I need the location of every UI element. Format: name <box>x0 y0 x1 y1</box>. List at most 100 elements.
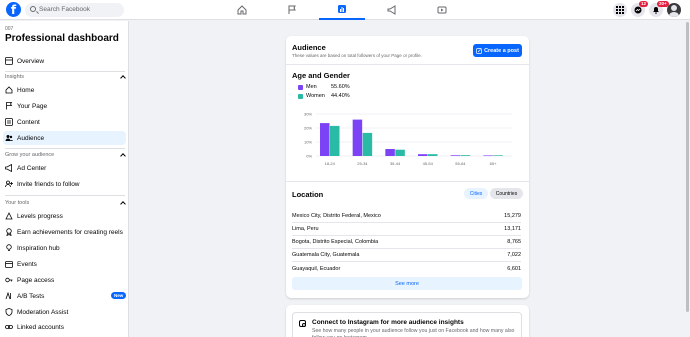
sidebar-item-label: Invite friends to follow <box>17 180 80 188</box>
link-icon <box>5 323 13 331</box>
bar-women-35-44[interactable] <box>395 149 405 156</box>
bar-men-18-24[interactable] <box>320 123 330 156</box>
profile-avatar[interactable] <box>667 3 681 17</box>
bar-men-65+[interactable] <box>483 155 493 157</box>
y-tick-label: 0% <box>306 154 312 159</box>
sidebar-item-moderation-assist[interactable]: Moderation Assist <box>3 305 126 319</box>
sidebar-item-label: Events <box>17 260 37 268</box>
top-bar: f Search Facebook 12 20+ <box>0 0 690 20</box>
sidebar-item-earn-achievements[interactable]: Earn achievements for creating reels <box>3 225 126 239</box>
nav-home-icon[interactable] <box>219 0 265 20</box>
sidebar-item-label: Overview <box>17 57 45 65</box>
legend-swatch <box>298 84 303 90</box>
notifications-bell-icon[interactable]: 20+ <box>649 1 669 17</box>
sidebar-item-ad-center[interactable]: Ad Center <box>3 161 126 175</box>
insights-heading[interactable]: Insights <box>5 74 126 81</box>
create-post-button[interactable]: Create a post <box>473 44 522 57</box>
x-tick-label: 55-64 <box>455 161 466 166</box>
key-icon <box>5 276 13 284</box>
bar-men-35-44[interactable] <box>385 149 395 156</box>
invite-icon <box>5 180 13 188</box>
legend-men: Men 55.60% <box>298 84 350 90</box>
sidebar-item-label: Inspiration hub <box>17 244 60 252</box>
content-icon <box>5 118 13 126</box>
sidebar-item-label: Linked accounts <box>17 323 64 331</box>
sidebar-item-label: Page access <box>17 276 55 284</box>
tab-countries[interactable]: Countries <box>490 188 523 199</box>
bar-women-45-54[interactable] <box>428 154 438 156</box>
table-row: Lima, Peru 13,171 <box>292 223 521 236</box>
y-tick-label: 20% <box>304 126 312 131</box>
divider <box>5 148 125 149</box>
tools-heading[interactable]: Your tools <box>5 200 126 207</box>
legend-swatch <box>298 93 303 99</box>
chevron-up-icon <box>120 75 126 81</box>
y-tick-label: 30% <box>304 112 312 117</box>
legend-women: Women 44.40% <box>298 93 350 99</box>
bar-women-18-24[interactable] <box>330 125 340 156</box>
sidebar-item-levels-progress[interactable]: Levels progress <box>3 209 126 223</box>
menu-grid-icon[interactable] <box>613 3 627 17</box>
megaphone-icon <box>5 164 13 172</box>
edit-icon <box>476 47 482 54</box>
bar-women-25-34[interactable] <box>362 132 373 156</box>
audience-subtitle: These values are based on total follower… <box>292 53 422 58</box>
sidebar-item-your-page[interactable]: Your Page <box>3 99 126 113</box>
sidebar-item-audience[interactable]: Audience <box>3 131 126 145</box>
lightbulb-icon <box>5 244 13 252</box>
nav-megaphone-icon[interactable] <box>369 0 415 20</box>
instagram-card: Connect to Instagram for more audience i… <box>286 305 529 337</box>
messenger-badge: 12 <box>639 1 649 7</box>
sidebar-item-ab-tests[interactable]: A/B Tests New <box>3 289 127 303</box>
sidebar-item-events[interactable]: Events <box>3 257 126 271</box>
x-tick-label: 35-44 <box>390 161 401 166</box>
breadcrumb[interactable]: 007 <box>5 26 13 32</box>
scrollbar[interactable] <box>686 22 689 312</box>
bar-men-25-34[interactable] <box>352 119 363 156</box>
chevron-up-icon <box>120 201 126 207</box>
sidebar-item-label: Audience <box>17 134 45 142</box>
bar-men-55-64[interactable] <box>450 155 461 156</box>
see-more-button[interactable]: See more <box>292 277 522 290</box>
bar-women-65+[interactable] <box>493 155 503 156</box>
table-row: Guatemala City, Guatemala 7,022 <box>292 249 521 262</box>
sidebar-item-label: Ad Center <box>17 164 47 172</box>
sidebar-item-label: Home <box>17 86 35 94</box>
facebook-logo[interactable]: f <box>6 2 21 17</box>
bar-women-55-64[interactable] <box>460 155 471 156</box>
instagram-connect-box[interactable]: Connect to Instagram for more audience i… <box>292 312 522 337</box>
nav-video-icon[interactable] <box>419 0 465 20</box>
age-gender-title: Age and Gender <box>292 71 350 80</box>
sidebar-item-inspiration-hub[interactable]: Inspiration hub <box>3 241 126 255</box>
divider <box>5 71 125 72</box>
nav-dashboard-icon[interactable] <box>319 0 365 20</box>
location-title: Location <box>292 190 324 199</box>
sidebar-item-home[interactable]: Home <box>3 83 126 97</box>
divider <box>286 181 529 182</box>
divider <box>286 64 529 65</box>
tab-cities[interactable]: Cities <box>464 188 488 199</box>
sidebar-item-linked-accounts[interactable]: Linked accounts <box>3 320 126 334</box>
instagram-description: See how many people in your audience fol… <box>312 328 515 337</box>
instagram-title: Connect to Instagram for more audience i… <box>312 319 464 326</box>
sidebar-item-content[interactable]: Content <box>3 115 126 129</box>
nav-flag-icon[interactable] <box>269 0 315 20</box>
messenger-icon[interactable]: 12 <box>631 1 649 17</box>
achievement-icon <box>5 228 13 236</box>
sidebar-item-invite-friends[interactable]: Invite friends to follow <box>3 177 126 191</box>
ab-test-icon <box>5 292 13 300</box>
page-title: Professional dashboard <box>5 33 119 44</box>
sidebar-item-overview[interactable]: Overview <box>3 54 126 68</box>
age-gender-chart: 0% 10% 20% 30% 18-24 25-34 35-44 45-54 55-64 65+ <box>304 112 512 166</box>
home-icon <box>5 86 13 94</box>
sidebar-item-label: A/B Tests <box>17 292 45 300</box>
table-row: Mexico City, Distrito Federal, Mexico 15,… <box>292 210 521 223</box>
bar-men-45-54[interactable] <box>418 154 428 156</box>
audience-card: Audience These values are based on total… <box>286 36 529 298</box>
sidebar-item-page-access[interactable]: Page access <box>3 273 126 287</box>
grow-heading[interactable]: Grow your audience <box>5 152 126 159</box>
search-icon <box>30 6 36 12</box>
new-badge: New <box>111 292 127 299</box>
search-input[interactable]: Search Facebook <box>25 3 124 17</box>
sidebar-item-label: Moderation Assist <box>17 308 69 316</box>
